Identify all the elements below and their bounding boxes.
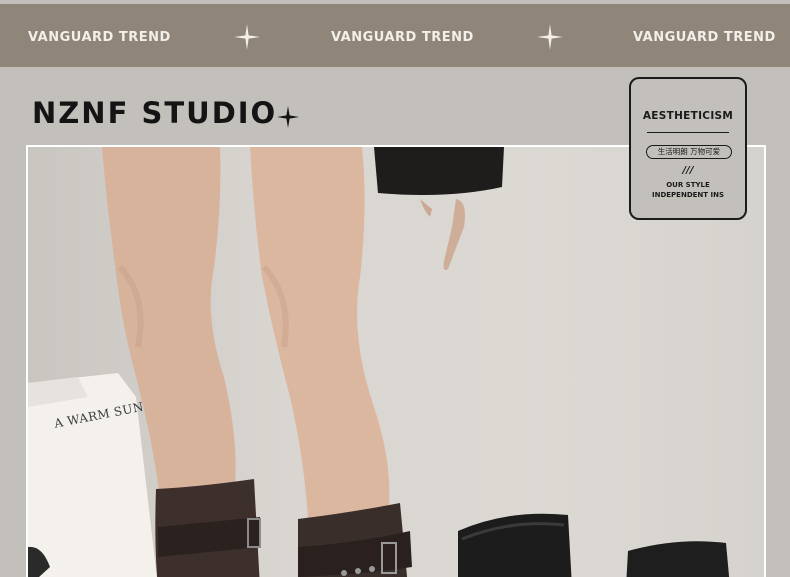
sparkle-icon (537, 24, 563, 50)
aesthetic-badge: AESTHETICISM 生活明朗 万物可爱 /// OUR STYLE IND… (629, 77, 747, 220)
badge-divider (647, 132, 729, 133)
badge-pill: 生活明朗 万物可爱 (646, 145, 732, 159)
studio-title: NZNF STUDIO (32, 96, 278, 130)
star-icon (277, 106, 299, 128)
banner-text: VANGUARD TREND (28, 30, 171, 45)
skirt (374, 147, 504, 195)
badge-line-2: INDEPENDENT INS (652, 191, 724, 199)
banner-text: VANGUARD TREND (633, 30, 776, 45)
badge-title: AESTHETICISM (642, 110, 734, 122)
banner-text: VANGUARD TREND (331, 30, 474, 45)
badge-line-1: OUR STYLE (666, 181, 710, 189)
badge-slash: /// (682, 165, 694, 176)
top-banner: VANGUARD TREND VANGUARD TREND VANGUARD T… (0, 4, 790, 67)
sparkle-icon (234, 24, 260, 50)
